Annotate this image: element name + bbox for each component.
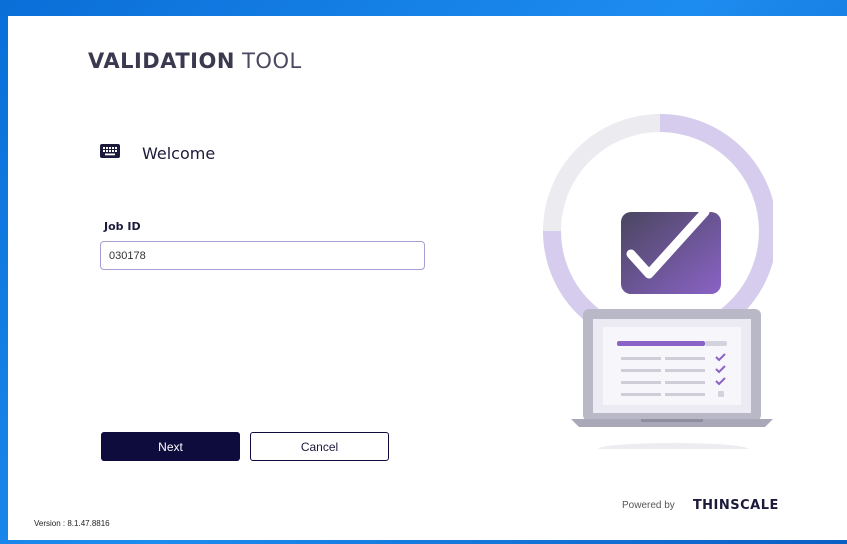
powered-by: Powered by THINSCALE — [622, 498, 779, 513]
brand-logo: THINSCALE — [692, 498, 779, 513]
cancel-button[interactable]: Cancel — [250, 432, 389, 461]
app-title-bold: VALIDATION — [88, 49, 235, 73]
job-id-input[interactable] — [100, 241, 425, 270]
welcome-text: Welcome — [142, 144, 216, 163]
powered-by-text: Powered by — [622, 500, 675, 511]
validation-illustration — [543, 114, 777, 455]
next-button[interactable]: Next — [101, 432, 240, 461]
validation-illustration-graphic — [543, 114, 777, 455]
welcome-header: Welcome — [100, 141, 216, 163]
app-title-light: TOOL — [234, 49, 302, 73]
app-title: VALIDATION TOOL — [88, 49, 302, 73]
job-id-label: Job ID — [104, 220, 141, 233]
version-text: Version : 8.1.47.8816 — [34, 519, 110, 528]
laptop-shadow — [598, 443, 748, 455]
app-window: VALIDATION TOOL Welcome Job ID Next Canc… — [8, 16, 847, 540]
keyboard-icon — [100, 143, 120, 158]
